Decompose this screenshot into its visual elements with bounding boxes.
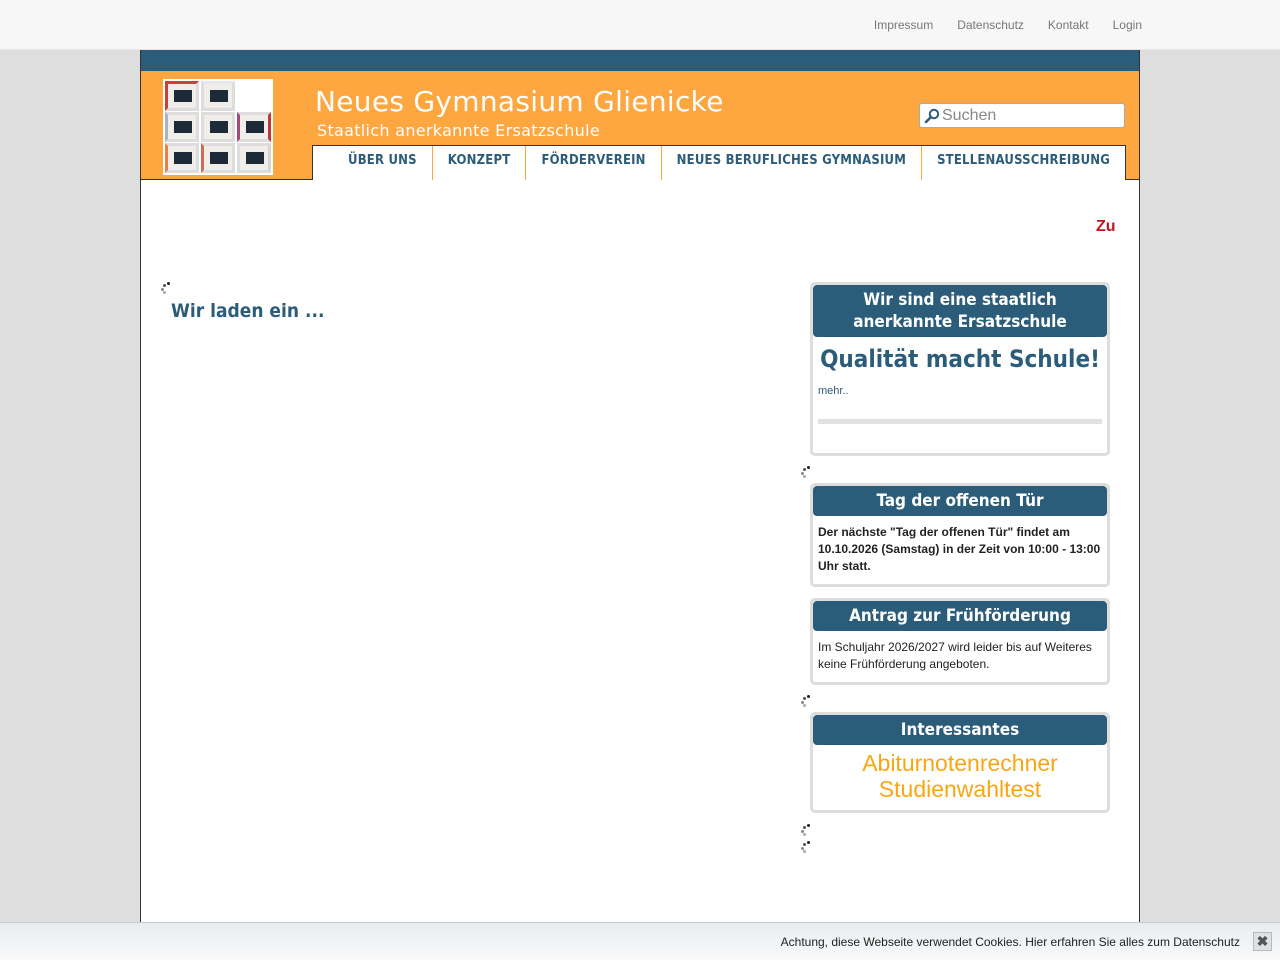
interesting-panel: Interessantes Abiturnotenrechner Studien… bbox=[810, 712, 1110, 813]
logo-tile bbox=[165, 143, 199, 173]
quality-panel: Wir sind eine staatlich anerkannte Ersat… bbox=[810, 282, 1110, 456]
close-icon[interactable]: ✖ bbox=[1253, 932, 1272, 951]
site-title: Neues Gymnasium Glienicke bbox=[315, 85, 724, 118]
loading-spinner-icon bbox=[161, 282, 173, 294]
open-day-panel: Tag der offenen Tür Der nächste "Tag der… bbox=[810, 483, 1110, 587]
header-strip bbox=[141, 50, 1139, 71]
main-nav: Über uns Konzept Förderverein Neues beru… bbox=[312, 145, 1127, 180]
search-box[interactable] bbox=[919, 103, 1125, 128]
logo-tile bbox=[237, 112, 271, 142]
nav-item-berufliches-gymnasium[interactable]: Neues berufliches Gymnasium bbox=[662, 146, 923, 180]
nav-item-foerderverein[interactable]: Förderverein bbox=[526, 146, 662, 180]
quality-panel-heading: Wir sind eine staatlich anerkannte Ersat… bbox=[813, 285, 1107, 337]
early-support-panel: Antrag zur Frühförderung Im Schuljahr 20… bbox=[810, 598, 1110, 685]
nav-item-stellenausschreibung[interactable]: Stellenausschreibung bbox=[922, 146, 1125, 180]
loading-spinner-icon bbox=[801, 841, 813, 853]
main-heading[interactable]: Wir laden ein ... bbox=[171, 300, 324, 322]
nav-item-konzept[interactable]: Konzept bbox=[433, 146, 527, 180]
studienwahltest-link[interactable]: Studienwahltest bbox=[818, 776, 1102, 802]
loading-spinner-icon bbox=[801, 466, 813, 478]
early-support-heading: Antrag zur Frühförderung bbox=[813, 601, 1107, 631]
kontakt-link[interactable]: Kontakt bbox=[1048, 18, 1089, 32]
loading-spinner-icon bbox=[801, 695, 813, 707]
logo-tile bbox=[165, 81, 199, 111]
site-subtitle: Staatlich anerkannte Ersatzschule bbox=[317, 121, 600, 140]
site-header: Neues Gymnasium Glienicke Staatlich aner… bbox=[141, 71, 1139, 180]
logo-tile bbox=[201, 81, 235, 111]
search-input[interactable] bbox=[942, 105, 1120, 126]
login-link[interactable]: Login bbox=[1113, 18, 1142, 32]
logo-tile bbox=[237, 143, 271, 173]
abiturnotenrechner-link[interactable]: Abiturnotenrechner bbox=[818, 750, 1102, 776]
cookie-banner: Achtung, diese Webseite verwendet Cookie… bbox=[0, 922, 1280, 960]
more-link[interactable]: mehr.. bbox=[818, 385, 1107, 397]
cookie-message[interactable]: Achtung, diese Webseite verwendet Cookie… bbox=[781, 935, 1240, 949]
news-ticker[interactable]: Zu bbox=[1096, 218, 1116, 236]
page-container: Neues Gymnasium Glienicke Staatlich aner… bbox=[140, 50, 1140, 924]
logo-tile bbox=[165, 112, 199, 142]
divider bbox=[818, 419, 1102, 424]
logo-tile bbox=[201, 112, 235, 142]
early-support-text: Im Schuljahr 2026/2027 wird leider bis a… bbox=[818, 640, 1092, 671]
impressum-link[interactable]: Impressum bbox=[874, 18, 933, 32]
open-day-heading: Tag der offenen Tür bbox=[813, 486, 1107, 516]
logo-tile bbox=[201, 143, 235, 173]
nav-item-ueber-uns[interactable]: Über uns bbox=[313, 146, 433, 180]
loading-spinner-icon bbox=[801, 824, 813, 836]
datenschutz-link[interactable]: Datenschutz bbox=[957, 18, 1024, 32]
top-nav: Impressum Datenschutz Kontakt Login bbox=[874, 18, 1142, 32]
top-bar: Impressum Datenschutz Kontakt Login bbox=[0, 0, 1280, 50]
open-day-text: Der nächste "Tag der offenen Tür" findet… bbox=[818, 525, 1101, 573]
school-logo[interactable] bbox=[163, 79, 273, 175]
quality-slogan: Qualität macht Schule! bbox=[820, 345, 1100, 373]
interesting-heading: Interessantes bbox=[813, 715, 1107, 745]
search-icon bbox=[924, 108, 940, 124]
